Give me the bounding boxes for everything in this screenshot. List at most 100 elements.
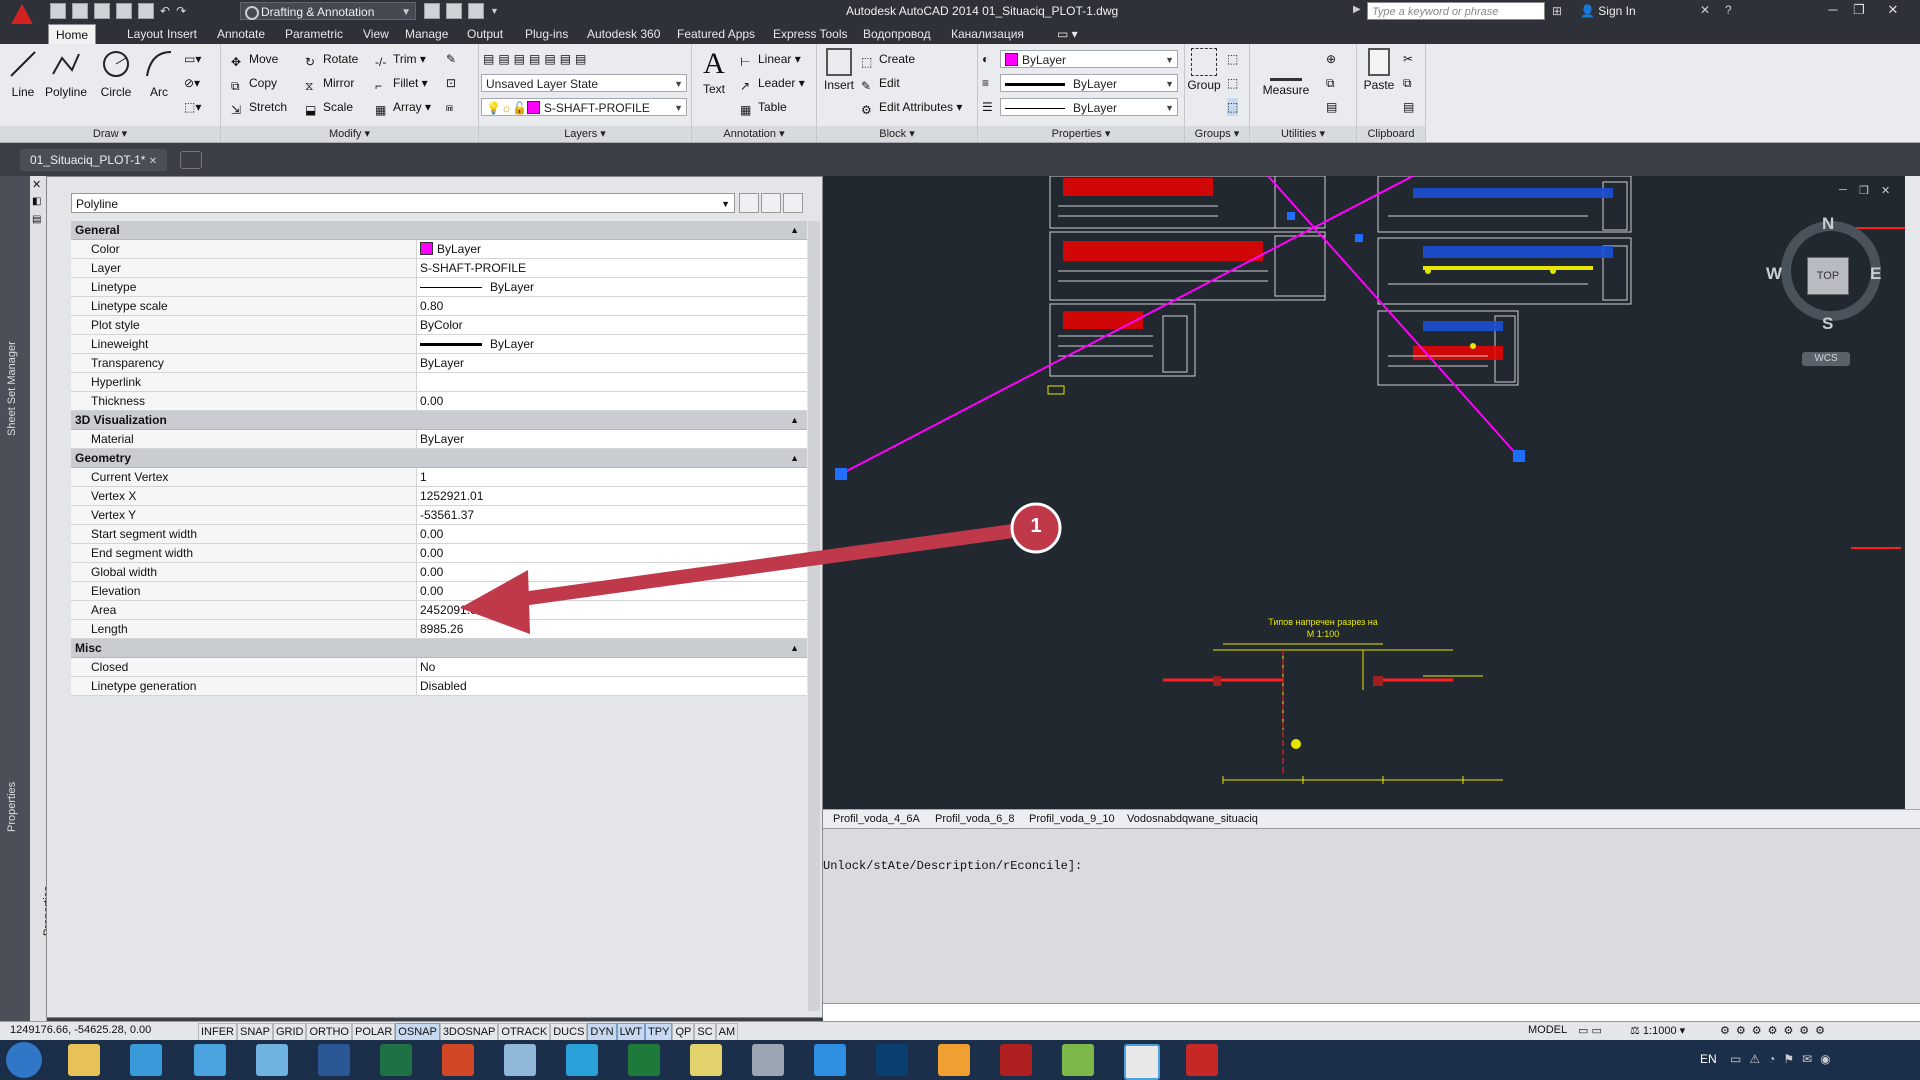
property-row[interactable]: Layer S-SHAFT-PROFILE (71, 259, 807, 278)
excel-icon[interactable] (380, 1044, 412, 1076)
utilities-panel-title[interactable]: Utilities ▾ (1250, 126, 1356, 142)
leader-button[interactable]: ↗ Leader ▾ (740, 74, 805, 93)
lineweight-dropdown[interactable]: ByLayer ▼ (1000, 74, 1178, 92)
network-icon[interactable] (566, 1044, 598, 1076)
linetype-dropdown[interactable]: ByLayer ▼ (1000, 98, 1178, 116)
property-row[interactable]: Closed No (71, 658, 807, 677)
object-type-dropdown[interactable]: Polyline ▼ (71, 193, 735, 213)
calculator-icon[interactable] (504, 1044, 536, 1076)
property-value[interactable]: ByLayer (417, 354, 807, 372)
redo-icon[interactable]: ↷ (176, 4, 186, 18)
toggle-otrack[interactable]: OTRACK (498, 1023, 551, 1041)
copy-clip-icon[interactable]: ⧉ (1403, 74, 1412, 92)
arc-button[interactable]: Arc (142, 48, 176, 99)
region-icon[interactable]: ⬚▾ (184, 98, 201, 116)
compass-south[interactable]: S (1822, 314, 1833, 334)
tab-autodesk-360[interactable]: Autodesk 360 (580, 24, 667, 44)
property-value[interactable]: ByLayer (417, 278, 807, 296)
layer-tools-row[interactable]: ▤▤▤▤▤▤▤ (483, 50, 590, 68)
line-button[interactable]: Line (6, 48, 40, 99)
text-button[interactable]: A Text (696, 48, 732, 97)
close-icon[interactable]: ✕ (149, 156, 157, 167)
autohide-icon[interactable]: ◧ (32, 196, 41, 207)
viewport-restore-icon[interactable]: ❐ (1859, 184, 1869, 197)
color-dropdown[interactable]: ByLayer ▼ (1000, 50, 1178, 68)
collapse-icon[interactable]: ▲ (790, 221, 799, 239)
property-value[interactable]: Disabled (417, 677, 807, 695)
toggle-tpy[interactable]: TPY (645, 1023, 673, 1041)
folder-icon[interactable] (690, 1044, 722, 1076)
notepad-icon[interactable] (256, 1044, 288, 1076)
compass-west[interactable]: W (1766, 264, 1782, 284)
trim-button[interactable]: -/- Trim ▾ (375, 50, 426, 69)
table-button[interactable]: ▦ Table (740, 98, 787, 117)
tab-plug-ins[interactable]: Plug-ins (518, 24, 575, 44)
property-value[interactable]: 1 (417, 468, 807, 486)
hatch-icon[interactable]: ⊘▾ (184, 74, 200, 92)
chevron-down-icon[interactable]: ▼ (490, 6, 499, 16)
grip-mid[interactable] (1287, 212, 1295, 220)
print-icon[interactable] (138, 3, 154, 19)
plot-icon[interactable] (424, 3, 440, 19)
fillet-button[interactable]: ⌐ Fillet ▾ (375, 74, 428, 93)
property-value[interactable]: No (417, 658, 807, 676)
app-icon[interactable] (130, 1044, 162, 1076)
quick-view-icons[interactable]: ▭ ▭ (1578, 1024, 1602, 1037)
system-tray-icons[interactable]: ▭⚠◔⚑✉◉ (1730, 1052, 1839, 1066)
play-icon[interactable]: ▶ (1353, 4, 1361, 15)
annotation-scale[interactable]: ⚖ 1:1000 ▾ (1630, 1024, 1685, 1037)
property-row[interactable]: Transparency ByLayer (71, 354, 807, 373)
tab-insert[interactable]: Insert (160, 24, 204, 44)
search-input[interactable]: Type a keyword or phrase (1367, 2, 1545, 20)
collapse-icon[interactable]: ▲ (790, 449, 799, 467)
select-objects-icon[interactable] (761, 193, 781, 213)
group-button[interactable]: Group (1187, 48, 1221, 92)
toggle-snap[interactable]: SNAP (237, 1023, 273, 1041)
autocad-icon[interactable] (1186, 1044, 1218, 1076)
cut-icon[interactable]: ✂ (1403, 50, 1413, 68)
quick-select-icon[interactable] (783, 193, 803, 213)
viewport-minimize-icon[interactable]: ─ (1839, 184, 1847, 196)
help-icon[interactable]: ? (1725, 3, 1732, 17)
undo-icon[interactable]: ↶ (160, 4, 170, 18)
tab-annotate[interactable]: Annotate (210, 24, 272, 44)
offset-icon[interactable]: ⩎ (446, 98, 453, 116)
start-button[interactable] (6, 1042, 42, 1078)
draw-panel-title[interactable]: Draw ▾ (0, 126, 220, 142)
property-row[interactable]: Current Vertex 1 (71, 468, 807, 487)
minimize-button[interactable]: ─ (1820, 0, 1846, 20)
property-value[interactable]: ByLayer (417, 240, 807, 258)
command-input[interactable] (823, 1003, 1920, 1022)
layout-tab[interactable]: Vodosnabdqwane_situaciq (1127, 811, 1258, 827)
layers-panel-title[interactable]: Layers ▾ (479, 126, 691, 142)
compass-north[interactable]: N (1822, 214, 1834, 234)
powerpoint-icon[interactable] (442, 1044, 474, 1076)
explorer-icon[interactable] (68, 1044, 100, 1076)
viewport-close-icon[interactable]: ✕ (1881, 184, 1890, 197)
annotation-panel-title[interactable]: Annotation ▾ (692, 126, 816, 142)
vertical-scrollbar[interactable] (1905, 176, 1920, 809)
layer-state-dropdown[interactable]: Unsaved Layer State ▼ (481, 74, 687, 92)
property-row[interactable]: Color ByLayer (71, 240, 807, 259)
save-as-icon[interactable] (116, 3, 132, 19)
property-row[interactable]: Linetype ByLayer (71, 278, 807, 297)
calculator-icon[interactable]: ▤ (1326, 98, 1337, 116)
property-value[interactable]: ByColor (417, 316, 807, 334)
property-value[interactable]: ByLayer (417, 335, 807, 353)
paint-icon[interactable] (752, 1044, 784, 1076)
tab-водопровод[interactable]: Водопровод (856, 24, 938, 44)
close-icon[interactable]: ✕ (32, 178, 41, 191)
measure-button[interactable]: Measure (1258, 48, 1314, 97)
sheet-set-manager-label[interactable]: Sheet Set Manager (6, 341, 18, 436)
copy-button[interactable]: ⧉ Copy (231, 74, 277, 93)
property-value[interactable]: 0.80 (417, 297, 807, 315)
grip-mid-2[interactable] (1355, 234, 1363, 242)
layout-tab[interactable]: Profil_voda_4_6A (833, 811, 920, 827)
groups-panel-title[interactable]: Groups ▾ (1185, 126, 1249, 142)
toggle-lwt[interactable]: LWT (616, 1023, 646, 1041)
property-row[interactable]: Linetype scale 0.80 (71, 297, 807, 316)
polyline-button[interactable]: Polyline (42, 48, 90, 99)
explode-icon[interactable]: ⊡ (446, 74, 456, 92)
chrome-icon[interactable] (1124, 1044, 1160, 1080)
exchange-icon[interactable]: ✕ (1700, 3, 1710, 17)
